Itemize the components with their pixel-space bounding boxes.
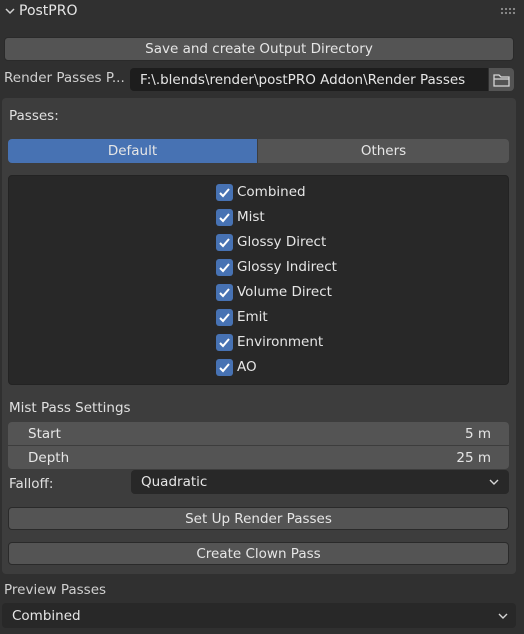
checkmark-icon[interactable] [216,283,233,301]
panel-title: PostPRO [19,3,78,19]
preview-passes-dropdown[interactable]: Combined [2,603,516,628]
mist-start-value: 5 m [464,425,491,442]
preview-passes-label: Preview Passes [4,582,107,598]
checkbox-emit[interactable]: Emit [216,307,268,327]
checkbox-label: Emit [237,309,268,325]
tab-others[interactable]: Others [258,139,509,163]
checkbox-mist[interactable]: Mist [216,207,265,227]
chevron-down-icon [498,613,508,619]
checkbox-glossy-indirect[interactable]: Glossy Indirect [216,257,337,277]
checkbox-volume-direct[interactable]: Volume Direct [216,282,332,302]
render-passes-path-field[interactable]: F:\.blends\render\postPRO Addon\Render P… [130,68,488,91]
mist-depth-label: Depth [28,449,70,466]
falloff-value: Quadratic [141,474,208,490]
checkmark-icon[interactable] [216,308,233,326]
mist-depth-value: 25 m [456,449,491,466]
create-clown-pass-button[interactable]: Create Clown Pass [8,542,509,565]
mist-start-field[interactable]: Start 5 m [8,422,509,445]
checkbox-label: Combined [237,184,306,200]
checkmark-icon[interactable] [216,258,233,276]
passes-label: Passes: [9,108,59,124]
checkbox-label: Glossy Direct [237,234,327,250]
checkbox-label: Glossy Indirect [237,259,337,275]
checkbox-ao[interactable]: AO [216,357,257,377]
preview-passes-value: Combined [12,607,81,624]
save-output-directory-button[interactable]: Save and create Output Directory [4,37,514,61]
checkbox-label: AO [237,359,257,375]
mist-start-label: Start [28,425,61,442]
checkmark-icon[interactable] [216,358,233,376]
panel-header[interactable]: PostPRO [0,0,524,25]
mist-depth-field[interactable]: Depth 25 m [8,446,509,469]
chevron-down-icon[interactable] [4,5,16,17]
checkbox-environment[interactable]: Environment [216,332,323,352]
checkbox-label: Environment [237,334,324,350]
checkbox-combined[interactable]: Combined [216,182,306,202]
checkbox-glossy-direct[interactable]: Glossy Direct [216,232,326,252]
folder-icon [493,73,510,87]
falloff-dropdown[interactable]: Quadratic [131,470,509,494]
checkmark-icon[interactable] [216,233,233,251]
checkmark-icon[interactable] [216,183,233,201]
checkmark-icon[interactable] [216,333,233,351]
tab-default[interactable]: Default [8,139,257,163]
checkbox-label: Mist [237,209,265,225]
mist-pass-settings-label: Mist Pass Settings [9,400,131,416]
drag-grip-icon[interactable] [500,7,516,15]
setup-render-passes-button[interactable]: Set Up Render Passes [8,507,509,530]
checkmark-icon[interactable] [216,208,233,226]
chevron-down-icon [489,479,499,485]
checkbox-label: Volume Direct [237,284,332,300]
folder-browse-button[interactable] [489,68,514,91]
falloff-label: Falloff: [9,476,54,492]
render-passes-path-label: Render Passes P... [4,70,125,86]
